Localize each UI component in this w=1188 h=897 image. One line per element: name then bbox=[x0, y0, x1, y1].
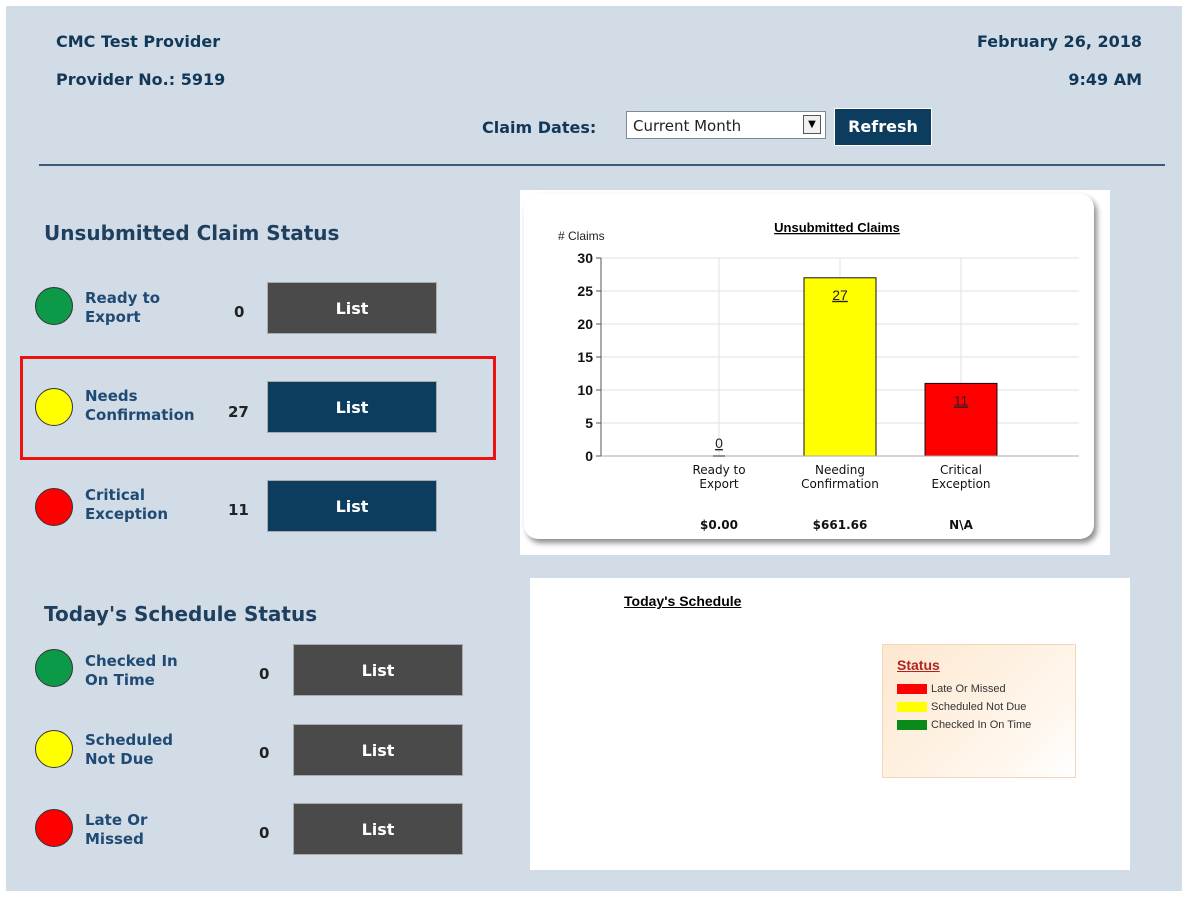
header-divider bbox=[39, 164, 1165, 166]
bar bbox=[803, 277, 877, 457]
amount-label: N\A bbox=[949, 518, 973, 532]
x-tick-label: Ready to bbox=[692, 463, 745, 477]
label-line1: Critical bbox=[85, 486, 146, 504]
checked-in-swatch bbox=[897, 720, 927, 731]
legend-item-checked-in: Checked In On Time bbox=[897, 719, 1031, 731]
scheduled-not-due-label: Scheduled Not Due bbox=[85, 731, 173, 769]
amount-label: $0.00 bbox=[700, 518, 738, 532]
late-or-missed-count: 0 bbox=[259, 824, 270, 842]
legend-label: Late Or Missed bbox=[931, 683, 1006, 695]
claim-dates-select[interactable]: Current Month ▼ bbox=[626, 111, 826, 139]
data-label: 0 bbox=[715, 435, 723, 451]
claim-dates-label: Claim Dates: bbox=[482, 118, 597, 137]
claim-status-title: Unsubmitted Claim Status bbox=[44, 221, 340, 245]
schedule-status-title: Today's Schedule Status bbox=[44, 602, 318, 626]
y-tick-label: 10 bbox=[577, 382, 593, 398]
legend-label: Scheduled Not Due bbox=[931, 701, 1027, 713]
green-status-icon bbox=[35, 287, 73, 325]
report-time: 9:49 AM bbox=[1068, 70, 1142, 89]
yellow-status-icon bbox=[35, 730, 73, 768]
chart-title: Unsubmitted Claims bbox=[774, 220, 900, 235]
data-label: 27 bbox=[832, 287, 848, 303]
checked-in-count: 0 bbox=[259, 665, 270, 683]
data-label: 11 bbox=[954, 392, 969, 408]
y-axis-label: # Claims bbox=[558, 229, 605, 243]
red-status-icon bbox=[35, 488, 73, 526]
todays-schedule-title: Today's Schedule bbox=[624, 593, 742, 609]
unsubmitted-claims-chart-card: Unsubmitted Claims # Claims 0 5 10 15 20 25 30 0 2… bbox=[520, 190, 1110, 555]
label-line1: Scheduled bbox=[85, 731, 174, 749]
legend-title: Status bbox=[897, 657, 940, 673]
amount-label: $661.66 bbox=[813, 518, 868, 532]
y-tick-label: 15 bbox=[577, 349, 593, 365]
scheduled-swatch bbox=[897, 702, 927, 713]
x-tick-label: Critical bbox=[940, 463, 982, 477]
legend-item-scheduled: Scheduled Not Due bbox=[897, 701, 1026, 713]
claim-dates-selected-value: Current Month bbox=[633, 117, 742, 135]
ready-to-export-list-button[interactable]: List bbox=[267, 282, 437, 334]
chart-frame: Unsubmitted Claims # Claims 0 5 10 15 20 25 30 0 2… bbox=[524, 194, 1094, 539]
chevron-down-icon[interactable]: ▼ bbox=[803, 115, 821, 134]
scheduled-not-due-count: 0 bbox=[259, 744, 270, 762]
y-tick-label: 0 bbox=[585, 448, 593, 464]
label-line1: Checked In bbox=[85, 652, 178, 670]
ready-to-export-label: Ready to Export bbox=[85, 289, 160, 327]
todays-schedule-card: Today's Schedule Status Late Or Missed S… bbox=[530, 578, 1130, 870]
report-date: February 26, 2018 bbox=[977, 32, 1142, 51]
x-tick-label: Exception bbox=[931, 477, 990, 491]
highlight-box bbox=[20, 356, 496, 460]
provider-number: Provider No.: 5919 bbox=[56, 70, 226, 89]
label-line1: Late Or bbox=[85, 811, 148, 829]
ready-to-export-count: 0 bbox=[234, 303, 245, 321]
x-tick-label: Confirmation bbox=[801, 477, 879, 491]
y-tick-label: 20 bbox=[577, 316, 593, 332]
checked-in-list-button[interactable]: List bbox=[293, 644, 463, 696]
label-line2: Exception bbox=[85, 505, 169, 523]
scheduled-not-due-list-button[interactable]: List bbox=[293, 724, 463, 776]
y-tick-label: 25 bbox=[577, 283, 593, 299]
late-or-missed-list-button[interactable]: List bbox=[293, 803, 463, 855]
late-swatch bbox=[897, 684, 927, 695]
y-tick-label: 30 bbox=[577, 250, 593, 266]
x-tick-label: Export bbox=[699, 477, 739, 491]
green-status-icon bbox=[35, 649, 73, 687]
unsubmitted-claims-chart: Unsubmitted Claims # Claims 0 5 10 15 20 25 30 0 2… bbox=[558, 220, 1079, 532]
y-tick-label: 5 bbox=[585, 415, 593, 431]
late-or-missed-label: Late Or Missed bbox=[85, 811, 147, 849]
critical-exception-label: Critical Exception bbox=[85, 486, 168, 524]
x-tick-label: Needing bbox=[815, 463, 865, 477]
legend-item-late: Late Or Missed bbox=[897, 683, 1006, 695]
legend-label: Checked In On Time bbox=[931, 719, 1032, 731]
provider-name: CMC Test Provider bbox=[56, 32, 221, 51]
label-line2: Not Due bbox=[85, 750, 154, 768]
red-status-icon bbox=[35, 809, 73, 847]
label-line2: Export bbox=[85, 308, 141, 326]
refresh-button[interactable]: Refresh bbox=[834, 108, 932, 146]
label-line1: Ready to bbox=[85, 289, 161, 307]
checked-in-label: Checked In On Time bbox=[85, 652, 178, 690]
critical-exception-list-button[interactable]: List bbox=[267, 480, 437, 532]
label-line2: Missed bbox=[85, 830, 144, 848]
status-legend: Status Late Or Missed Scheduled Not Due … bbox=[882, 644, 1076, 778]
critical-exception-count: 11 bbox=[228, 501, 249, 519]
label-line2: On Time bbox=[85, 671, 155, 689]
